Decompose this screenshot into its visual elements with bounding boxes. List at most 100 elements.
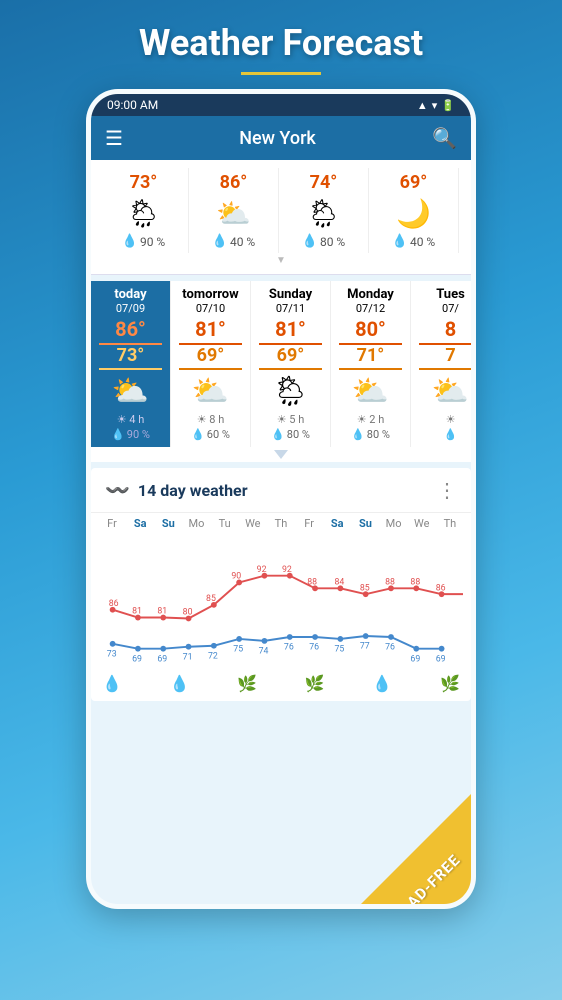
search-icon[interactable]: 🔍 [432,126,457,150]
daily-low-temp: 73° [99,345,163,370]
daily-high-temp: 80° [339,317,403,345]
status-time: 09:00 AM [107,98,158,112]
daily-low-temp: 69° [259,345,323,370]
hourly-scroll-indicator: ▼ [91,253,471,270]
daily-date: 07/ [442,302,459,315]
daily-day: Tues [436,287,465,302]
svg-text:75: 75 [233,645,243,655]
more-options-icon[interactable]: ⋮ [437,478,457,502]
signal-icon: ▲ [417,99,428,112]
daily-sun-hours: ☀ 4 h [117,413,145,426]
svg-text:71: 71 [183,652,193,662]
daily-low-temp: 69° [179,345,243,370]
hourly-temp: 69° [400,172,428,193]
daily-date: 07/10 [196,302,225,315]
daily-rain-pct: 💧80 % [351,428,390,441]
svg-text:72: 72 [208,651,218,661]
daily-cell-3: Monday 07/12 80° 71° ⛅ ☀ 2 h 💧80 % [331,281,411,447]
bottom-icon-1: 💧 [167,674,193,693]
rain-drop-icon: 💧 [392,234,408,249]
wifi-icon: ▾ [432,99,438,112]
hourly-temp: 73° [130,172,158,193]
daily-day: tomorrow [182,287,238,302]
daily-sun-hours: ☀ [446,413,456,426]
hourly-cell-1: 86° ⛅ 💧40 % [189,168,279,253]
svg-text:81: 81 [132,607,142,617]
svg-text:69: 69 [410,654,420,664]
day-label-0: Fr [99,517,125,530]
svg-text:76: 76 [284,643,294,653]
rain-icon: 💧 [444,428,458,441]
svg-text:88: 88 [410,577,420,587]
bottom-icon-5: 🌿 [437,674,463,693]
hourly-section: 73° 🌦 💧90 % 86° ⛅ 💧40 % 74° 🌦 💧80 % 69° … [91,160,471,275]
status-icons: ▲ ▾ 🔋 [417,99,455,112]
daily-high-temp: 81° [179,317,243,345]
rain-drop-icon: 💧 [122,234,138,249]
daily-weather-icon: 🌦 [271,374,309,409]
chart-area: 86 81 81 80 85 90 92 92 88 84 85 88 88 8… [91,530,471,670]
svg-text:85: 85 [360,583,370,593]
hourly-cell-2: 74° 🌦 💧80 % [279,168,369,253]
day-label-5: We [240,517,266,530]
daily-weather-icon: ⛅ [192,374,229,409]
bottom-icon-4: 💧 [369,674,395,693]
svg-text:77: 77 [360,642,370,652]
hourly-rain: 💧40 % [392,234,435,249]
hourly-temp: 74° [310,172,338,193]
svg-text:75: 75 [335,645,345,655]
rain-icon: 💧 [271,428,285,441]
daily-rain-pct: 💧 [444,428,458,441]
svg-text:69: 69 [132,654,142,664]
menu-icon[interactable]: ☰ [105,126,123,150]
svg-text:74: 74 [259,647,269,657]
daily-sun-hours: ☀ 5 h [277,413,305,426]
hourly-cell-0: 73° 🌦 💧90 % [99,168,189,253]
daily-sun-hours: ☀ 2 h [357,413,385,426]
daily-rain-pct: 💧80 % [271,428,310,441]
svg-text:73: 73 [107,649,117,659]
svg-text:76: 76 [385,643,395,653]
fourteen-day-section: 〰️ 14 day weather ⋮ FrSaSuMoTuWeThFrSaSu… [91,468,471,701]
daily-cell-0: today 07/09 86° 73° ⛅ ☀ 4 h 💧90 % [91,281,171,447]
rain-icon: 💧 [351,428,365,441]
fourteen-day-title: 14 day weather [138,481,429,500]
rain-drop-icon: 💧 [212,234,228,249]
svg-text:90: 90 [231,572,241,582]
daily-day: today [114,287,146,302]
svg-text:92: 92 [282,565,292,575]
day-label-10: Mo [381,517,407,530]
title-underline [241,72,321,75]
chart-icon: 〰️ [105,478,130,502]
day-label-7: Fr [296,517,322,530]
rain-icon: 💧 [191,428,205,441]
daily-date: 07/12 [356,302,385,315]
day-label-12: Th [437,517,463,530]
hourly-rain: 💧40 % [212,234,255,249]
hourly-rain: 💧90 % [122,234,165,249]
day-label-8: Sa [324,517,350,530]
daily-date: 07/11 [276,302,305,315]
daily-weather-icon: ⛅ [432,374,469,409]
daily-date: 07/09 [116,302,145,315]
bottom-icon-0: 💧 [99,674,125,693]
svg-text:76: 76 [309,643,319,653]
day-label-2: Su [155,517,181,530]
page-title: Weather Forecast [139,0,423,72]
daily-rain-pct: 💧90 % [111,428,150,441]
svg-text:88: 88 [307,577,317,587]
day-label-4: Tu [212,517,238,530]
svg-text:86: 86 [109,599,119,609]
toolbar: ☰ New York 🔍 [91,116,471,160]
svg-text:69: 69 [157,654,167,664]
daily-sun-hours: ☀ 8 h [197,413,225,426]
hourly-cell-3: 69° 🌙 💧40 % [369,168,459,253]
phone-frame: 09:00 AM ▲ ▾ 🔋 ☰ New York 🔍 73° 🌦 💧90 % … [86,89,476,909]
daily-high-temp: 81° [259,317,323,345]
svg-text:86: 86 [436,583,446,593]
daily-cell-4: Tues 07/ 8 7 ⛅ ☀ 💧 [411,281,471,447]
rain-drop-icon: 💧 [302,234,318,249]
day-label-6: Th [268,517,294,530]
daily-high-temp: 86° [99,317,163,345]
rain-icon: 💧 [111,428,125,441]
